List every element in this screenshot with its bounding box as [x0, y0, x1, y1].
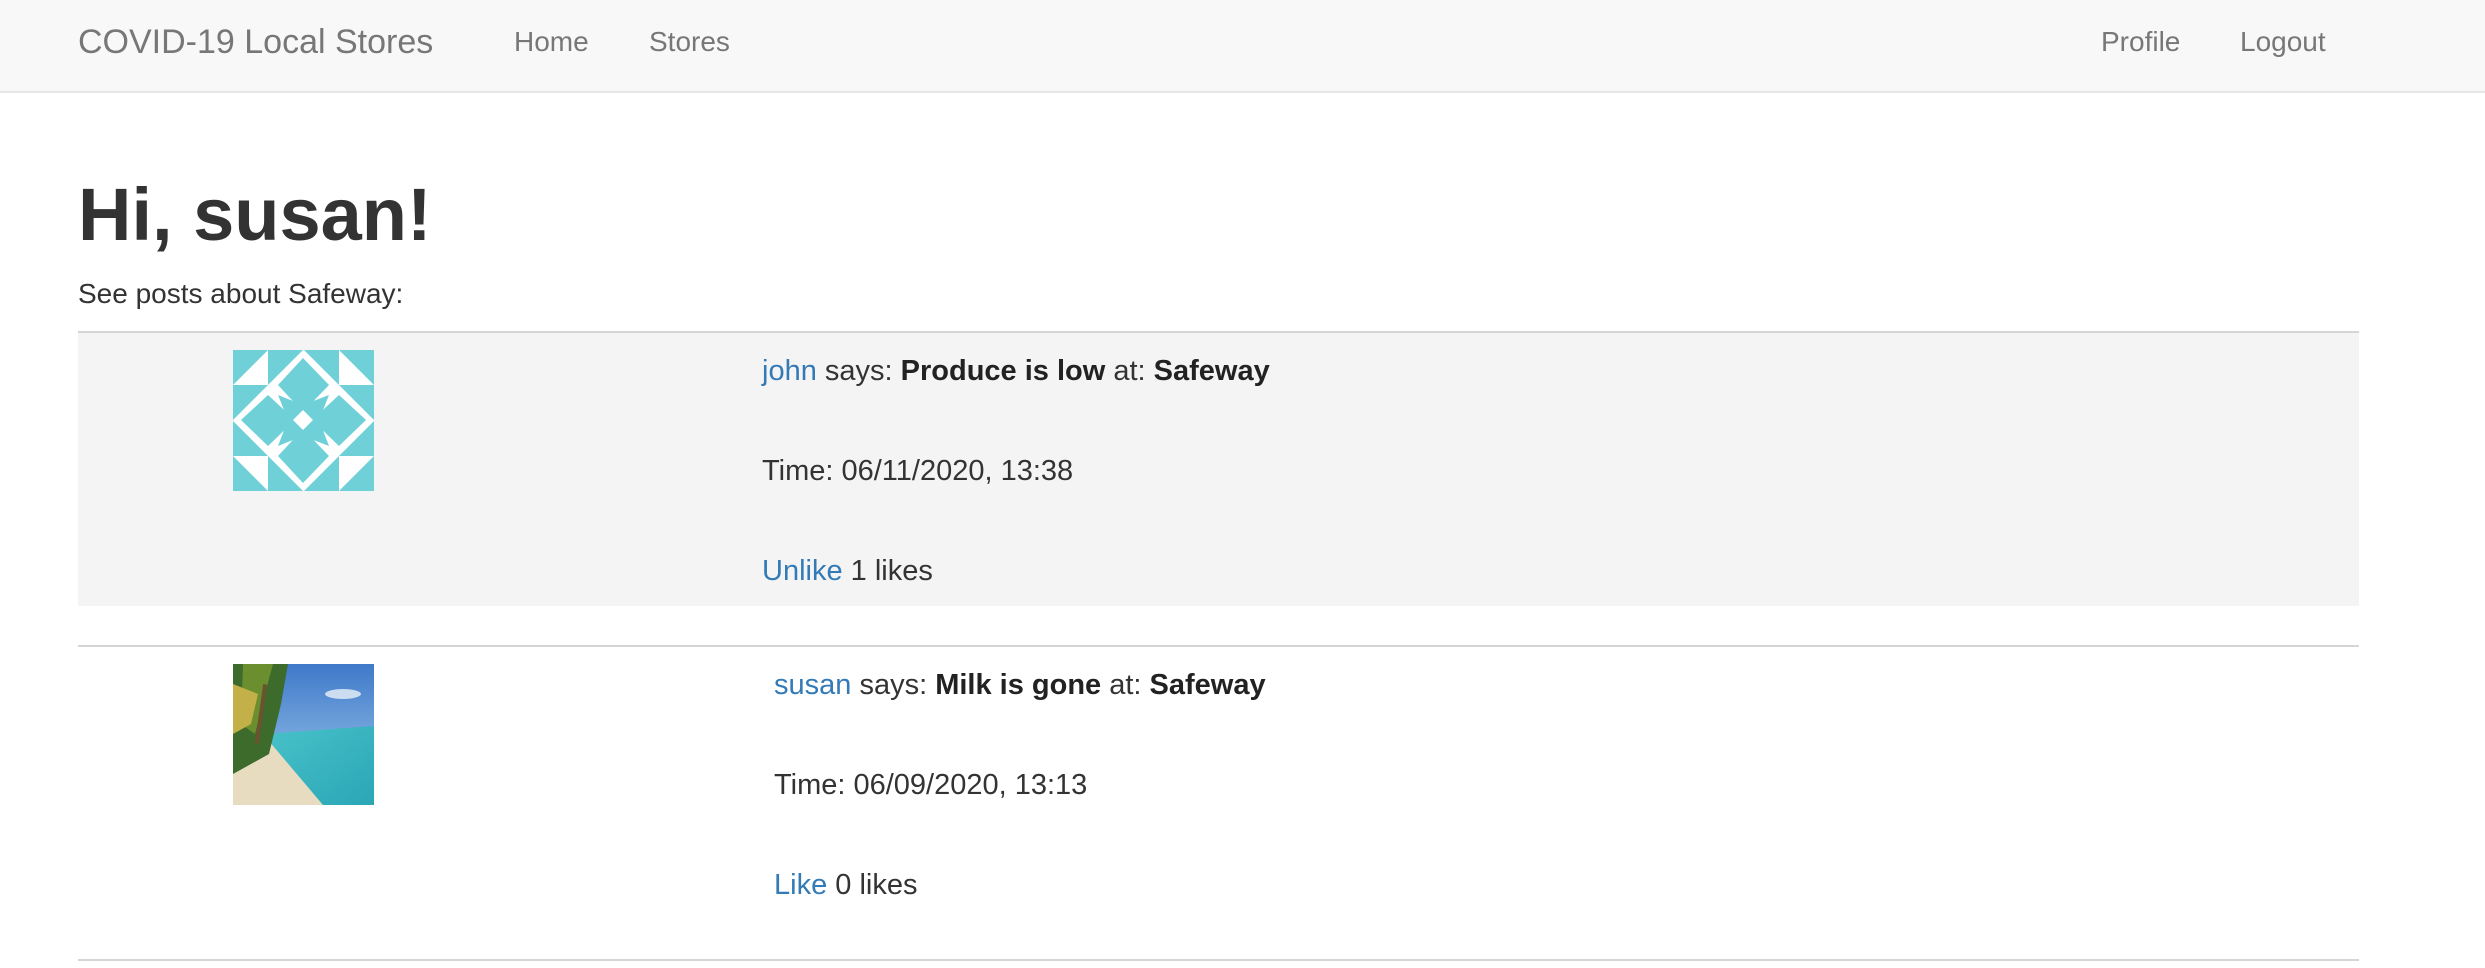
says-label: says:	[851, 669, 936, 701]
likes-count: 0 likes	[827, 869, 918, 901]
post-headline: susan says: Milk is gone at: Safeway	[774, 667, 1266, 703]
posts-subtitle: See posts about Safeway:	[78, 278, 404, 309]
nav-profile-link[interactable]: Profile	[2101, 24, 2180, 60]
identicon-avatar	[233, 350, 374, 491]
post-headline: john says: Produce is low at: Safeway	[762, 353, 1270, 389]
unlike-button[interactable]: Unlike	[762, 555, 843, 587]
post-item: john says: Produce is low at: Safeway Ti…	[78, 331, 2359, 606]
like-button[interactable]: Like	[774, 869, 827, 901]
brand-link[interactable]: COVID-19 Local Stores	[78, 20, 433, 64]
nav-logout-link[interactable]: Logout	[2240, 24, 2326, 60]
says-label: says:	[816, 355, 901, 387]
nav-home-link[interactable]: Home	[514, 24, 589, 60]
post-divider	[78, 959, 2359, 961]
beach-photo-image	[233, 664, 374, 805]
store-name: Safeway	[1153, 355, 1270, 387]
at-label: at:	[1101, 669, 1150, 701]
store-name: Safeway	[1149, 669, 1266, 701]
author-link[interactable]: susan	[774, 669, 851, 701]
nav-stores-link[interactable]: Stores	[649, 24, 730, 60]
author-link[interactable]: john	[762, 355, 817, 387]
identicon-image	[233, 350, 374, 491]
post-message: Milk is gone	[935, 669, 1102, 701]
post-like-row: Unlike 1 likes	[762, 553, 933, 589]
top-navbar: COVID-19 Local Stores Home Stores Profil…	[0, 0, 2485, 93]
post-message: Produce is low	[900, 355, 1106, 387]
greeting-heading: Hi, susan!	[78, 173, 432, 256]
post-time: Time: 06/11/2020, 13:38	[762, 455, 1074, 487]
beach-photo-avatar	[233, 664, 374, 805]
post-like-row: Like 0 likes	[774, 867, 917, 903]
post-item: susan says: Milk is gone at: Safeway Tim…	[78, 645, 2359, 960]
likes-count: 1 likes	[842, 555, 933, 587]
at-label: at:	[1105, 355, 1154, 387]
post-time: Time: 06/09/2020, 13:13	[774, 769, 1088, 801]
